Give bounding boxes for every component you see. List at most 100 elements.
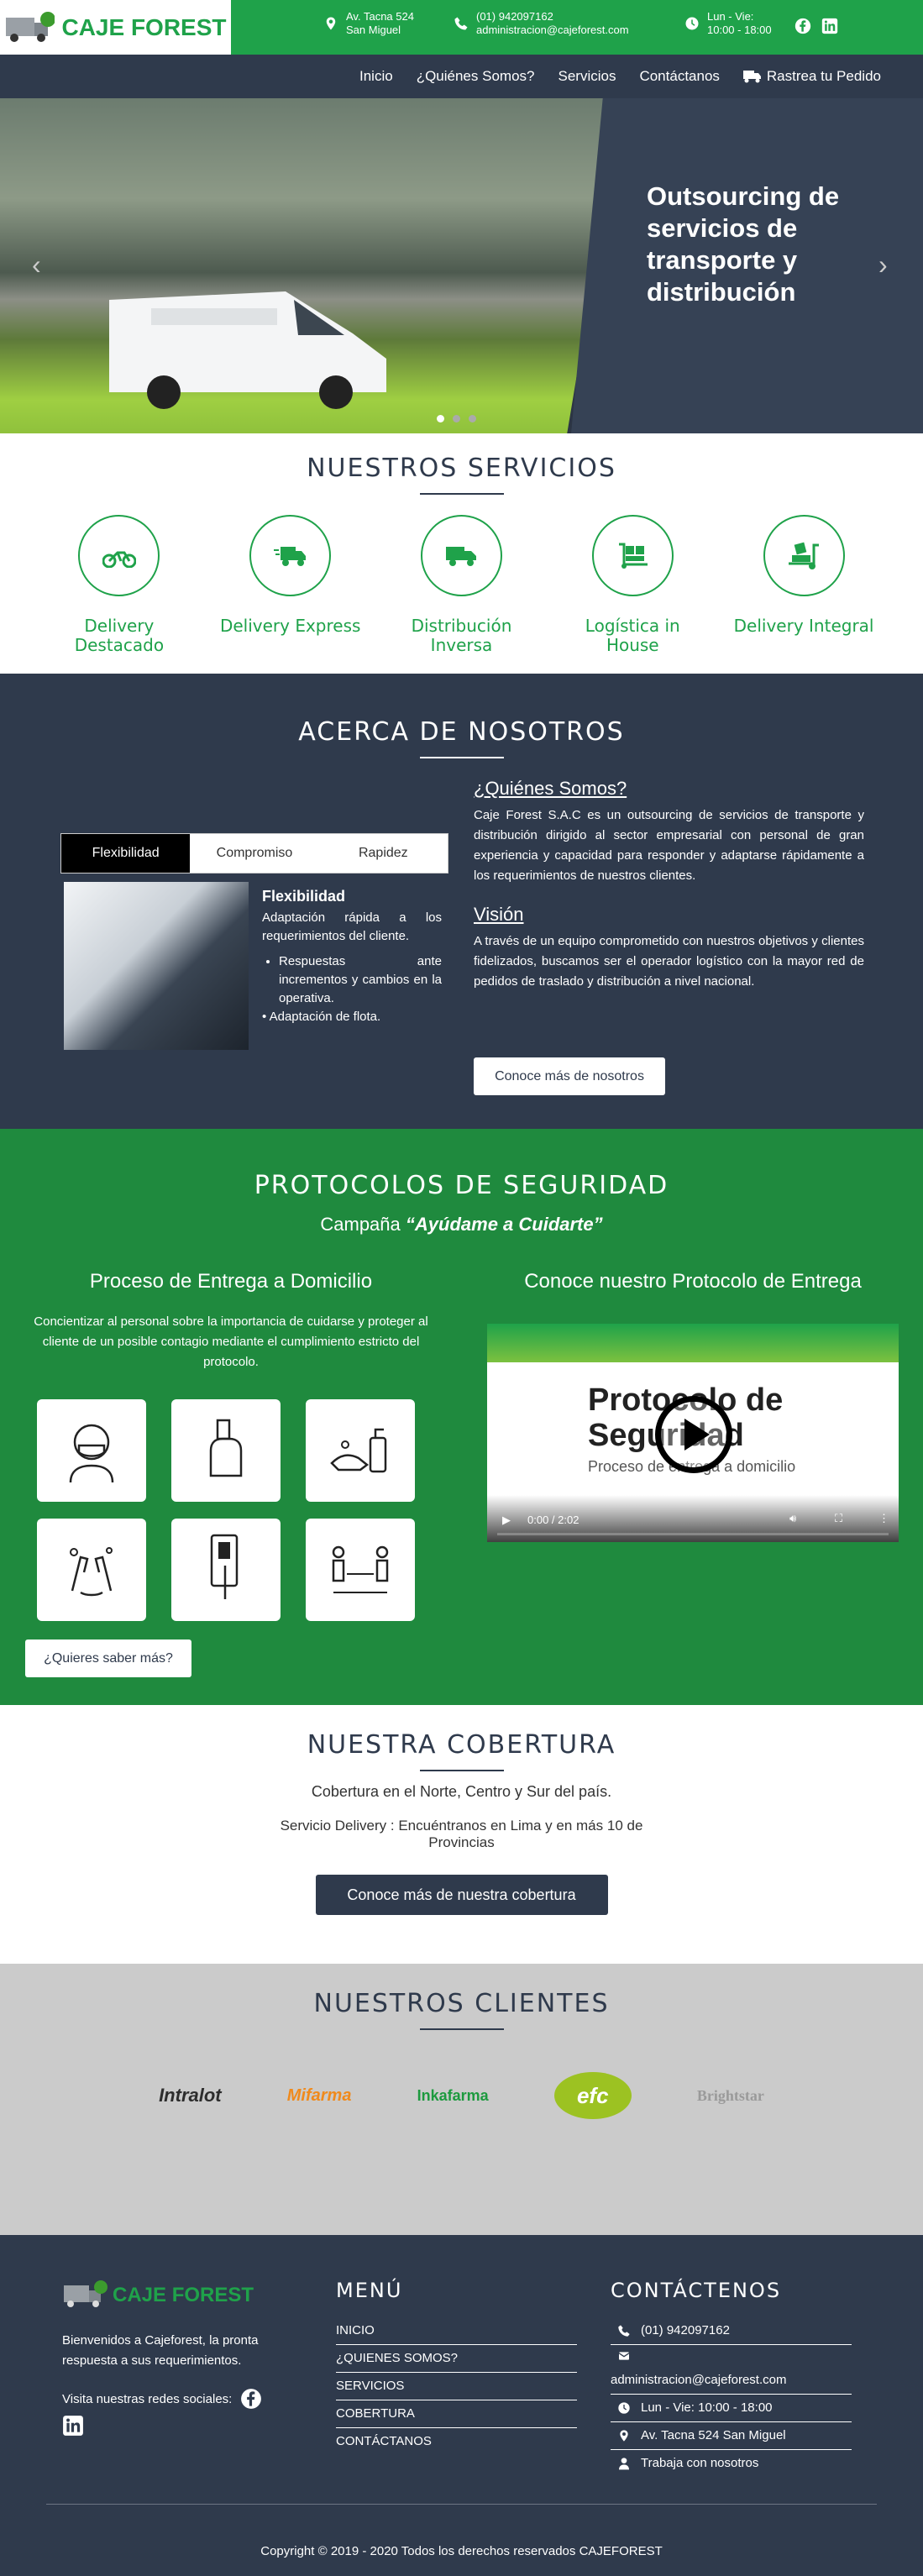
- protocol-tile: [37, 1399, 146, 1502]
- protocol-video[interactable]: Protocolo de Seguridad Proceso de entreg…: [487, 1324, 899, 1542]
- play-button-icon[interactable]: [655, 1396, 732, 1473]
- truck-loading-icon: [789, 542, 820, 569]
- footer-jobs[interactable]: Trabaja con nosotros: [611, 2450, 852, 2477]
- footer-menu-title: MENÚ: [336, 2279, 403, 2302]
- email-link[interactable]: administracion@cajeforest.com: [476, 24, 629, 37]
- footer: CAJE FOREST Bienvenidos a Cajeforest, la…: [0, 2235, 923, 2576]
- nav-servicios[interactable]: Servicios: [558, 68, 616, 85]
- nav-rastrea-label: Rastrea tu Pedido: [766, 68, 881, 84]
- footer-menu-item[interactable]: CONTÁCTANOS: [336, 2428, 577, 2455]
- who-title: ¿Quiénes Somos?: [474, 778, 627, 799]
- truck-logo-icon: [64, 2280, 108, 2307]
- footer-social: Visita nuestras redes sociales:: [62, 2388, 306, 2410]
- footer-menu-item[interactable]: ¿QUIENES SOMOS?: [336, 2345, 577, 2373]
- nav-inicio[interactable]: Inicio: [359, 68, 393, 85]
- footer-menu-item[interactable]: COBERTURA: [336, 2400, 577, 2428]
- video-progress-bar[interactable]: [497, 1533, 889, 1535]
- truck-icon: [742, 71, 761, 83]
- prev-arrow-icon[interactable]: ‹: [32, 249, 41, 281]
- slide-dot[interactable]: [453, 415, 460, 422]
- social-links: [795, 18, 838, 34]
- coverage-text: Cobertura en el Norte, Centro y Sur del …: [311, 1783, 612, 1800]
- protocol-tile: [306, 1399, 415, 1502]
- more-options-icon[interactable]: ⋮: [878, 1512, 889, 1525]
- about-description: ¿Quiénes Somos? Caje Forest S.A.C es un …: [474, 779, 864, 992]
- service-distribucion-inversa[interactable]: Distribución Inversa: [390, 515, 532, 655]
- footer-hours: Lun - Vie: 10:00 - 18:00: [611, 2395, 852, 2422]
- clock-icon: [618, 2402, 630, 2414]
- delivery-text: Servicio Delivery : Encuéntranos en Lima…: [280, 1818, 643, 1850]
- client-logo-intralot: Intralot: [159, 2085, 222, 2106]
- footer-phone-text: (01) 942097162: [641, 2323, 730, 2337]
- footer-email[interactable]: administracion@cajeforest.com: [611, 2367, 852, 2395]
- phone-link[interactable]: (01) 942097162: [476, 10, 629, 24]
- tab-flexibilidad[interactable]: Flexibilidad: [61, 834, 191, 873]
- footer-social-text: Visita nuestras redes sociales:: [62, 2391, 233, 2406]
- hero-title: Outsourcing de servicios de transporte y…: [647, 181, 840, 307]
- footer-menu-item[interactable]: INICIO: [336, 2317, 577, 2345]
- nav-quienes-somos[interactable]: ¿Quiénes Somos?: [417, 68, 535, 85]
- wash-hands-icon: [70, 1547, 113, 1597]
- logo-text: CAJE FOREST: [61, 13, 227, 40]
- facebook-icon[interactable]: [240, 2388, 262, 2410]
- coverage-more-button[interactable]: Conoce más de nuestra cobertura: [315, 1875, 608, 1915]
- footer-welcome: Bienvenidos a Cajeforest, la pronta resp…: [62, 2333, 259, 2368]
- who-text: Caje Forest S.A.C es un outsourcing de s…: [474, 808, 864, 883]
- tab-rapidez[interactable]: Rapidez: [319, 834, 448, 873]
- clock-icon: [685, 17, 699, 30]
- play-small-icon[interactable]: ▶: [502, 1514, 511, 1527]
- map-marker-icon: [620, 2430, 628, 2442]
- address-line1: Av. Tacna 524: [346, 10, 414, 23]
- service-delivery-express[interactable]: Delivery Express: [219, 515, 362, 655]
- mask-face-icon: [69, 1424, 114, 1483]
- campaign-quote: “Ayúdame a Cuidarte”: [405, 1214, 603, 1235]
- services-section: NUESTROS SERVICIOS Delivery Destacado De…: [0, 433, 923, 674]
- top-bar: CAJE FOREST Av. Tacna 524 San Miguel (01)…: [0, 0, 923, 55]
- protocol-title: PROTOCOLOS DE SEGURIDAD: [254, 1171, 669, 1200]
- service-logistica-in-house[interactable]: Logística in House: [561, 515, 704, 655]
- dolly-icon: [619, 543, 648, 569]
- nav-rastrea-pedido[interactable]: Rastrea tu Pedido: [742, 68, 881, 85]
- title-divider: [419, 757, 504, 758]
- facebook-icon[interactable]: [795, 18, 811, 34]
- truck-fast-icon: [273, 546, 306, 566]
- linkedin-icon[interactable]: [821, 18, 838, 34]
- slide-dot[interactable]: [437, 415, 444, 422]
- about-tabs: Flexibilidad Compromiso Rapidez: [60, 833, 448, 874]
- logo[interactable]: CAJE FOREST: [0, 0, 231, 55]
- soap-wash-icon: [330, 1428, 387, 1473]
- phone-icon: [618, 2325, 630, 2337]
- title-divider: [419, 2028, 504, 2030]
- service-delivery-destacado[interactable]: Delivery Destacado: [48, 515, 191, 655]
- footer-address-text: Av. Tacna 524 San Miguel: [641, 2428, 786, 2442]
- footer-hours-text: Lun - Vie: 10:00 - 18:00: [641, 2400, 773, 2415]
- flex-bullet-2: • Adaptación de flota.: [262, 1010, 381, 1024]
- coverage-section: NUESTRA COBERTURA Cobertura en el Norte,…: [0, 1705, 923, 1964]
- footer-about: CAJE FOREST Bienvenidos a Cajeforest, la…: [62, 2279, 306, 2441]
- clients-title: NUESTROS CLIENTES: [313, 1989, 610, 2018]
- footer-jobs-text: Trabaja con nosotros: [641, 2456, 759, 2470]
- hours-line2: 10:00 - 18:00: [707, 24, 772, 36]
- footer-logo[interactable]: CAJE FOREST: [62, 2279, 306, 2312]
- service-label: Logística in House: [585, 616, 680, 655]
- video-time: 0:00 / 2:02: [527, 1514, 579, 1526]
- learn-more-button[interactable]: ¿Quieres saber más?: [25, 1640, 191, 1677]
- slide-dot[interactable]: [469, 415, 476, 422]
- next-arrow-icon[interactable]: ›: [878, 249, 888, 281]
- service-delivery-integral[interactable]: Delivery Integral: [732, 515, 875, 655]
- tab-compromiso[interactable]: Compromiso: [190, 834, 318, 873]
- campaign-prefix: Campaña: [320, 1214, 406, 1235]
- handshake-image: [64, 882, 249, 1050]
- about-more-button[interactable]: Conoce más de nosotros: [474, 1057, 665, 1095]
- footer-phone[interactable]: (01) 942097162: [611, 2317, 852, 2345]
- right-heading: Conoce nuestro Protocolo de Entrega: [524, 1270, 862, 1293]
- footer-menu-item[interactable]: SERVICIOS: [336, 2373, 577, 2400]
- slider-dots: [437, 415, 476, 422]
- left-heading: Proceso de Entrega a Domicilio: [89, 1270, 373, 1293]
- volume-icon[interactable]: 🔊︎: [789, 1512, 796, 1525]
- nav-contactanos[interactable]: Contáctanos: [639, 68, 719, 85]
- linkedin-icon[interactable]: [62, 2415, 84, 2437]
- service-label: Distribución Inversa: [411, 616, 512, 655]
- map-marker-icon: [326, 17, 336, 30]
- fullscreen-icon[interactable]: ⛶: [835, 1512, 842, 1525]
